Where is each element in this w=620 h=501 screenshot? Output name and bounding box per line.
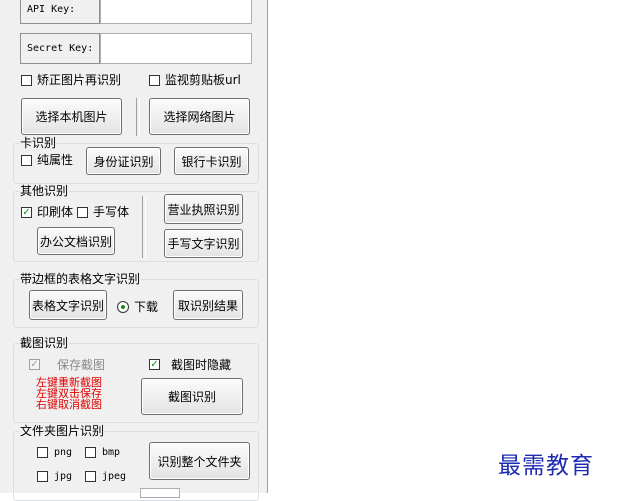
select-local-image-button[interactable]: 选择本机图片 <box>21 98 122 135</box>
jpeg-checkbox[interactable] <box>85 471 96 482</box>
print-label: 印刷体 <box>37 205 74 219</box>
table-group-title: 带边框的表格文字识别 <box>19 272 142 286</box>
bank-card-button[interactable]: 银行卡识别 <box>174 147 249 175</box>
table-text-button[interactable]: 表格文字识别 <box>29 290 107 320</box>
office-document-button[interactable]: 办公文档识别 <box>37 227 115 255</box>
secret-key-input[interactable] <box>100 33 252 64</box>
print-checkbox[interactable]: ✓ <box>21 207 32 218</box>
handwrite-checkbox[interactable] <box>77 207 88 218</box>
divider <box>142 196 146 258</box>
id-card-button[interactable]: 身份证识别 <box>86 147 161 175</box>
download-label: 下载 <box>134 300 159 314</box>
bmp-checkbox[interactable] <box>85 447 96 458</box>
other-group-title: 其他识别 <box>19 184 70 198</box>
folder-group-title: 文件夹图片识别 <box>19 424 106 438</box>
fetch-result-button[interactable]: 取识别结果 <box>173 290 243 320</box>
handwriting-text-button[interactable]: 手写文字识别 <box>164 229 243 258</box>
ocr-control-panel: API Key: Secret Key: 矫正图片再识别 监视剪贴板url 选择… <box>0 0 268 501</box>
jpg-checkbox[interactable] <box>37 471 48 482</box>
card-group-title: 卡识别 <box>19 136 58 150</box>
jpeg-label: jpeg <box>102 471 127 482</box>
recognize-folder-button[interactable]: 识别整个文件夹 <box>149 442 250 480</box>
correct-image-label: 矫正图片再识别 <box>37 73 122 87</box>
api-key-input[interactable] <box>100 0 252 24</box>
save-screenshot-checkbox[interactable]: ✓ <box>29 359 40 370</box>
png-checkbox[interactable] <box>37 447 48 458</box>
jpg-label: jpg <box>54 471 73 482</box>
business-license-button[interactable]: 营业执照识别 <box>164 194 243 224</box>
handwrite-label: 手写体 <box>93 205 130 219</box>
pure-attribute-checkbox[interactable] <box>21 155 32 166</box>
monitor-clipboard-checkbox[interactable] <box>149 75 160 86</box>
pure-attribute-label: 纯属性 <box>37 153 74 167</box>
screenshot-button[interactable]: 截图识别 <box>141 378 243 415</box>
png-label: png <box>54 447 73 458</box>
correct-image-checkbox[interactable] <box>21 75 32 86</box>
api-key-label: API Key: <box>20 0 100 24</box>
screenshot-group-title: 截图识别 <box>19 336 70 350</box>
folder-path-input[interactable] <box>140 488 180 498</box>
bmp-label: bmp <box>102 447 121 458</box>
save-screenshot-label: 保存截图 <box>57 358 106 372</box>
hint-line: 右键取消截图 <box>36 398 102 411</box>
select-network-image-button[interactable]: 选择网络图片 <box>149 98 250 135</box>
download-radio[interactable] <box>117 301 129 313</box>
hide-on-screenshot-label: 截图时隐藏 <box>171 358 232 372</box>
hide-on-screenshot-checkbox[interactable]: ✓ <box>149 359 160 370</box>
divider <box>136 98 140 136</box>
watermark: 最需教育 <box>498 453 594 479</box>
monitor-clipboard-label: 监视剪贴板url <box>165 73 241 87</box>
screenshot-hints: 左键重新截图 左键双击保存 右键取消截图 <box>36 377 102 410</box>
secret-key-label: Secret Key: <box>20 33 100 64</box>
